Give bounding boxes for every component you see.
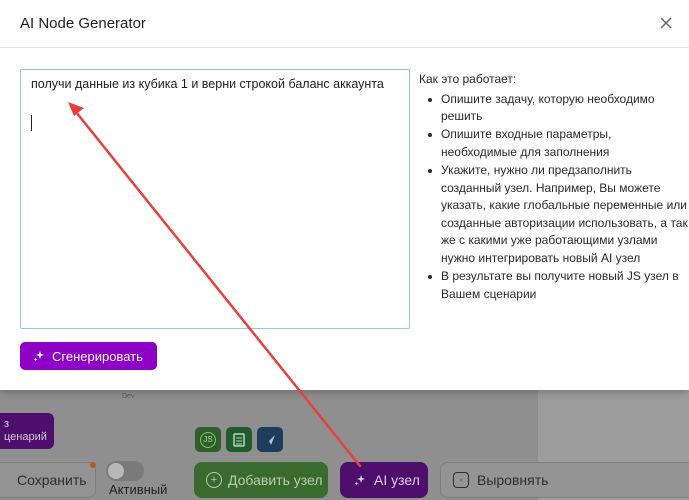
sparkle-icon bbox=[354, 475, 365, 486]
modal-title: AI Node Generator bbox=[20, 15, 146, 32]
ai-node-generator-modal: AI Node Generator получи данные из кубик… bbox=[0, 0, 689, 390]
close-icon[interactable] bbox=[657, 14, 675, 32]
add-node-label: Добавить узел bbox=[228, 472, 323, 488]
help-heading: Как это работает: bbox=[419, 72, 517, 86]
sparkle-icon bbox=[33, 351, 44, 362]
active-toggle[interactable] bbox=[106, 461, 144, 481]
scenario-node[interactable]: з ценарий bbox=[0, 413, 54, 449]
ai-node-button[interactable]: AI узел bbox=[340, 462, 428, 498]
align-label: Выровнять bbox=[477, 472, 549, 488]
generate-button-label: Сгенерировать bbox=[52, 348, 143, 364]
js-node-icon[interactable]: JS bbox=[195, 427, 221, 452]
align-button[interactable]: · Выровнять bbox=[440, 462, 689, 498]
save-button[interactable]: Сохранить bbox=[0, 462, 96, 498]
plane-node-icon[interactable] bbox=[257, 427, 283, 452]
ai-node-label: AI узел bbox=[374, 472, 420, 488]
help-panel: Как это работает: Опишите задачу, котору… bbox=[419, 71, 689, 304]
plus-icon: + bbox=[206, 472, 222, 488]
help-item: В результате вы получите новый JS узел в… bbox=[428, 268, 689, 303]
dev-label: Dev bbox=[122, 393, 135, 400]
help-list: Опишите задачу, которую необходимо решит… bbox=[419, 91, 689, 304]
generate-button[interactable]: Сгенерировать bbox=[20, 342, 157, 370]
align-icon: · bbox=[453, 472, 469, 488]
prompt-text: получи данные из кубика 1 и верни строко… bbox=[31, 77, 384, 91]
prompt-textarea[interactable]: получи данные из кубика 1 и верни строко… bbox=[20, 69, 410, 329]
text-caret bbox=[31, 115, 32, 131]
modal-header: AI Node Generator bbox=[0, 0, 689, 48]
sheet-node-icon[interactable] bbox=[226, 427, 252, 452]
add-node-button[interactable]: + Добавить узел bbox=[194, 462, 328, 498]
help-item: Укажите, нужно ли предзаполнить созданны… bbox=[428, 162, 689, 268]
unsaved-indicator bbox=[90, 462, 96, 468]
active-label: Активный bbox=[109, 482, 168, 497]
help-item: Опишите задачу, которую необходимо решит… bbox=[428, 91, 689, 126]
help-item: Опишите входные параметры, необходимые д… bbox=[428, 126, 689, 161]
save-button-label: Сохранить bbox=[17, 472, 87, 488]
